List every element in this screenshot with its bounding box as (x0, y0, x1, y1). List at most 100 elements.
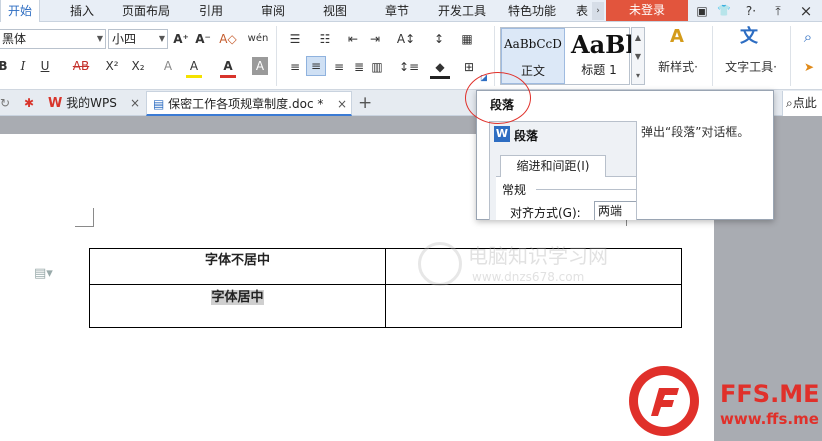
phonetic-guide-icon[interactable]: wén (244, 30, 272, 48)
new-style-icon[interactable]: A (664, 28, 690, 46)
new-tab-icon[interactable]: + (358, 91, 372, 116)
paragraph-marker-icon[interactable]: ▤▾ (34, 266, 53, 281)
distributed-align-icon[interactable]: ▥ (368, 58, 386, 76)
wps-logo-icon: W (48, 96, 63, 111)
style-normal-preview: AaBbCcD (504, 37, 562, 51)
cell-text-not-centered: 字体不居中 (204, 253, 270, 268)
search-icon: ⌕ (786, 96, 793, 110)
tab-insert[interactable]: 插入 (58, 0, 106, 22)
dialog-section-general: 常规 (502, 183, 527, 197)
text-tools-icon[interactable]: 文 (736, 28, 762, 46)
search-hint: 点此 (792, 96, 817, 110)
text-effect-icon[interactable]: A (160, 57, 176, 75)
table-cell[interactable]: 字体居中 (89, 284, 386, 328)
menu-bar: 开始 插入 页面布局 引用 审阅 视图 章节 开发工具 特色功能 表 › 未登录… (0, 0, 822, 23)
shading-bucket-icon[interactable]: ◆ (430, 58, 450, 79)
font-size-combo[interactable]: 小四 ▼ (108, 29, 168, 49)
margin-mark (93, 208, 94, 226)
annotation-circle (465, 72, 531, 124)
decrease-indent-icon[interactable]: ⇤ (344, 30, 362, 48)
style-gallery-scroll[interactable]: ▲ ▼ ▾ (631, 27, 645, 85)
document-file-icon: ▤ (153, 97, 165, 111)
upload-icon[interactable]: ⤒ (770, 3, 786, 19)
back-arrow-icon[interactable]: ↻ (0, 91, 14, 116)
char-shading-icon[interactable]: A (252, 57, 268, 75)
margin-mark (75, 226, 94, 227)
ffs-logo-icon (629, 366, 699, 436)
style-gallery: AaBbCcD 正文 AaBl 标题 1 (500, 27, 635, 85)
font-name-value: 黑体 (2, 32, 27, 46)
increase-indent-icon[interactable]: ⇥ (366, 30, 384, 48)
watermark-url: www.dnzs678.com (472, 270, 585, 284)
tab-document[interactable]: ▤ 保密工作各项规章制度.doc * × (146, 91, 352, 116)
font-color-icon[interactable]: A (220, 57, 236, 78)
tab-my-wps[interactable]: W 我的WPS × (48, 91, 148, 116)
clear-format-icon[interactable]: A◇ (218, 30, 238, 48)
table-cell[interactable]: 字体不居中 (89, 248, 386, 285)
dialog-align-select: 两端 (594, 201, 636, 220)
underline-icon[interactable]: U (38, 57, 52, 75)
subscript-icon[interactable]: X₂ (128, 57, 148, 75)
grow-font-icon[interactable]: A⁺ (172, 30, 190, 48)
align-center-icon[interactable]: ≡ (306, 56, 326, 76)
text-tools-button[interactable]: 文字工具· (718, 58, 784, 76)
pin-icon[interactable]: ✱ (24, 91, 40, 116)
paragraph-dialog-preview: W 段落 缩进和间距(I) 常规 对齐方式(G): 两端 (489, 121, 637, 220)
sort-icon[interactable]: ↕ (430, 30, 448, 48)
borders-icon[interactable]: ⊞ (460, 58, 478, 76)
highlight-icon[interactable]: A (186, 57, 202, 78)
bullet-list-icon[interactable]: ☰ (284, 30, 306, 48)
shirt-icon[interactable]: 👕 (716, 3, 732, 19)
tab-table[interactable]: 表 (572, 0, 592, 22)
tab-special[interactable]: 特色功能 (502, 0, 562, 22)
dialog-section-rule (536, 189, 636, 190)
tab-home[interactable]: 开始 (0, 0, 40, 23)
close-tab-icon[interactable]: × (337, 92, 347, 116)
dialog-align-label: 对齐方式(G): (510, 206, 581, 220)
superscript-icon[interactable]: X² (102, 57, 122, 75)
cell-text-centered: 字体居中 (211, 290, 264, 305)
tab-developer[interactable]: 开发工具 (432, 0, 492, 22)
tooltip-description: 弹出“段落”对话框。 (641, 125, 750, 139)
help-icon[interactable]: ?· (740, 3, 762, 19)
bold-icon[interactable]: B (0, 57, 10, 75)
shrink-font-icon[interactable]: A⁻ (194, 30, 212, 48)
select-cursor-icon[interactable]: ➤ (800, 58, 818, 76)
close-window-icon[interactable]: × (798, 3, 814, 19)
watermark-name: 电脑知识学习网 (468, 244, 608, 268)
style-heading1-preview[interactable]: AaBl (571, 30, 635, 59)
table-grid-icon[interactable]: ▦ (458, 30, 476, 48)
tab-references[interactable]: 引用 (188, 0, 234, 22)
tab-review[interactable]: 审阅 (250, 0, 296, 22)
dialog-title: 段落 (514, 129, 539, 143)
tab-document-label: 保密工作各项规章制度.doc * (168, 97, 324, 111)
ribbon-separator (712, 26, 713, 86)
dialog-tab-indent-spacing: 缩进和间距(I) (500, 155, 606, 177)
login-button[interactable]: 未登录 (606, 0, 688, 21)
change-case-icon[interactable]: A↕ (394, 30, 418, 48)
align-right-icon[interactable]: ≡ (330, 58, 348, 76)
chevron-down-icon: ▼ (158, 34, 165, 43)
numbered-list-icon[interactable]: ☷ (314, 30, 336, 48)
search-box[interactable]: ⌕点此 (782, 91, 822, 116)
brand-name: FFS.ME (720, 380, 820, 408)
strikethrough-icon[interactable]: AB (70, 57, 92, 75)
new-style-button[interactable]: 新样式· (650, 58, 706, 76)
tab-my-wps-label: 我的WPS (66, 96, 117, 110)
close-tab-icon[interactable]: × (130, 91, 140, 115)
brand-url: www.ffs.me (720, 410, 819, 428)
tab-page-layout[interactable]: 页面布局 (116, 0, 176, 22)
style-heading1-label[interactable]: 标题 1 (567, 61, 631, 78)
align-left-icon[interactable]: ≡ (286, 58, 304, 76)
tab-chapter[interactable]: 章节 (374, 0, 420, 22)
tab-view[interactable]: 视图 (312, 0, 358, 22)
align-justify-icon[interactable]: ≣ (350, 58, 368, 76)
font-size-value: 小四 (112, 32, 137, 46)
skin-icon[interactable]: ▣ (694, 3, 710, 19)
line-spacing-icon[interactable]: ↕≡ (398, 58, 420, 76)
site-watermark: 电脑知识学习网 www.dnzs678.com (418, 236, 618, 296)
italic-icon[interactable]: I (16, 57, 30, 75)
menu-scroll-right-icon[interactable]: › (592, 2, 604, 20)
font-name-combo[interactable]: 黑体 ▼ (0, 29, 106, 49)
find-icon[interactable]: ⌕ (798, 28, 818, 46)
